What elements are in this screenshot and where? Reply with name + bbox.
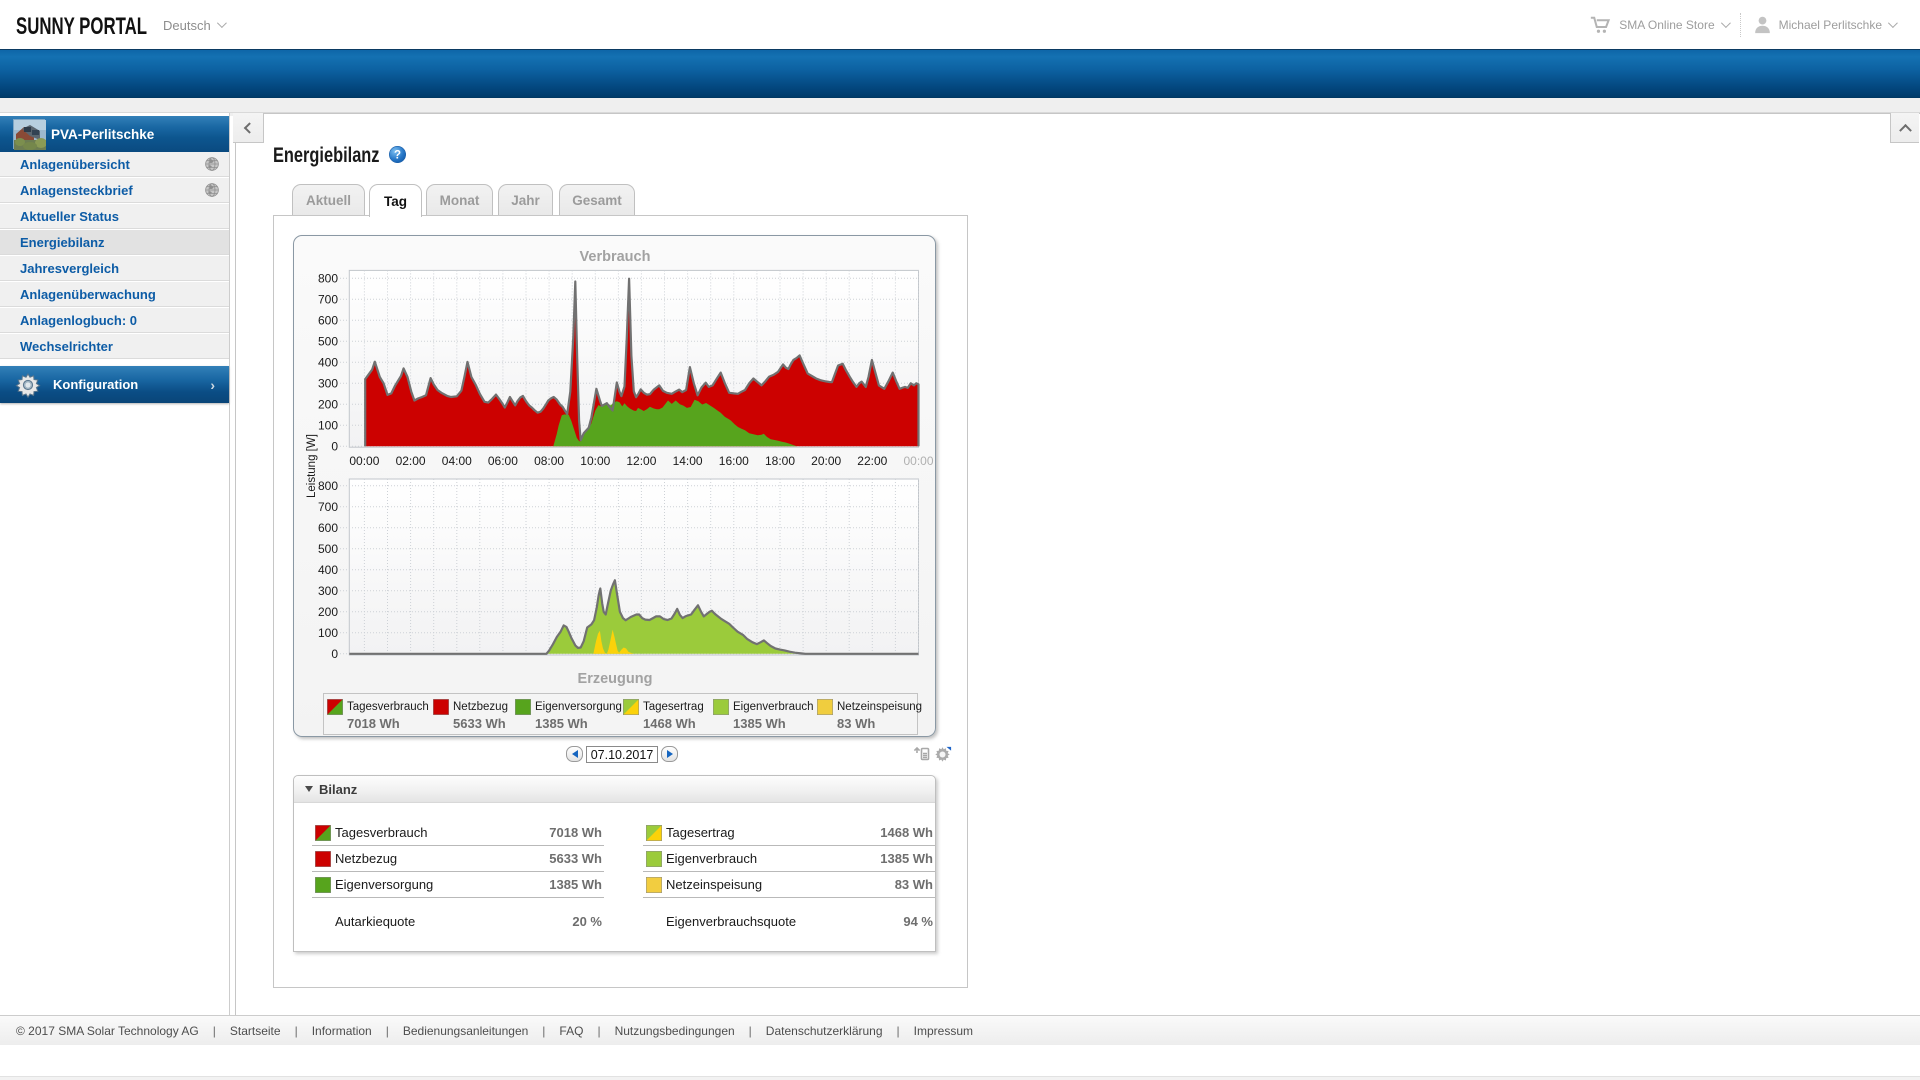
svg-text:600: 600 — [318, 313, 338, 327]
svg-text:800: 800 — [318, 479, 338, 493]
svg-text:100: 100 — [318, 626, 338, 640]
svg-text:Leistung [W]: Leistung [W] — [306, 434, 318, 498]
svg-text:12:00: 12:00 — [626, 454, 656, 468]
svg-text:700: 700 — [318, 292, 338, 306]
svg-text:Erzeugung: Erzeugung — [578, 671, 653, 687]
svg-text:06:00: 06:00 — [488, 454, 518, 468]
svg-text:22:00: 22:00 — [857, 454, 887, 468]
svg-text:00:00: 00:00 — [349, 454, 379, 468]
svg-text:300: 300 — [318, 376, 338, 390]
svg-text:200: 200 — [318, 397, 338, 411]
svg-text:02:00: 02:00 — [396, 454, 426, 468]
svg-text:600: 600 — [318, 521, 338, 535]
svg-text:Verbrauch: Verbrauch — [580, 249, 651, 265]
svg-text:100: 100 — [318, 418, 338, 432]
svg-text:14:00: 14:00 — [673, 454, 703, 468]
svg-text:500: 500 — [318, 334, 338, 348]
svg-text:300: 300 — [318, 584, 338, 598]
svg-text:04:00: 04:00 — [442, 454, 472, 468]
svg-text:08:00: 08:00 — [534, 454, 564, 468]
svg-text:700: 700 — [318, 500, 338, 514]
svg-text:18:00: 18:00 — [765, 454, 795, 468]
svg-text:10:00: 10:00 — [580, 454, 610, 468]
svg-text:?: ? — [394, 150, 401, 162]
svg-text:0: 0 — [331, 439, 338, 453]
svg-text:16:00: 16:00 — [719, 454, 749, 468]
svg-text:400: 400 — [318, 563, 338, 577]
svg-text:800: 800 — [318, 271, 338, 285]
svg-text:20:00: 20:00 — [811, 454, 841, 468]
svg-text:0: 0 — [331, 647, 338, 661]
svg-text:200: 200 — [318, 605, 338, 619]
svg-text:00:00: 00:00 — [903, 454, 933, 468]
svg-text:400: 400 — [318, 355, 338, 369]
svg-text:500: 500 — [318, 542, 338, 556]
